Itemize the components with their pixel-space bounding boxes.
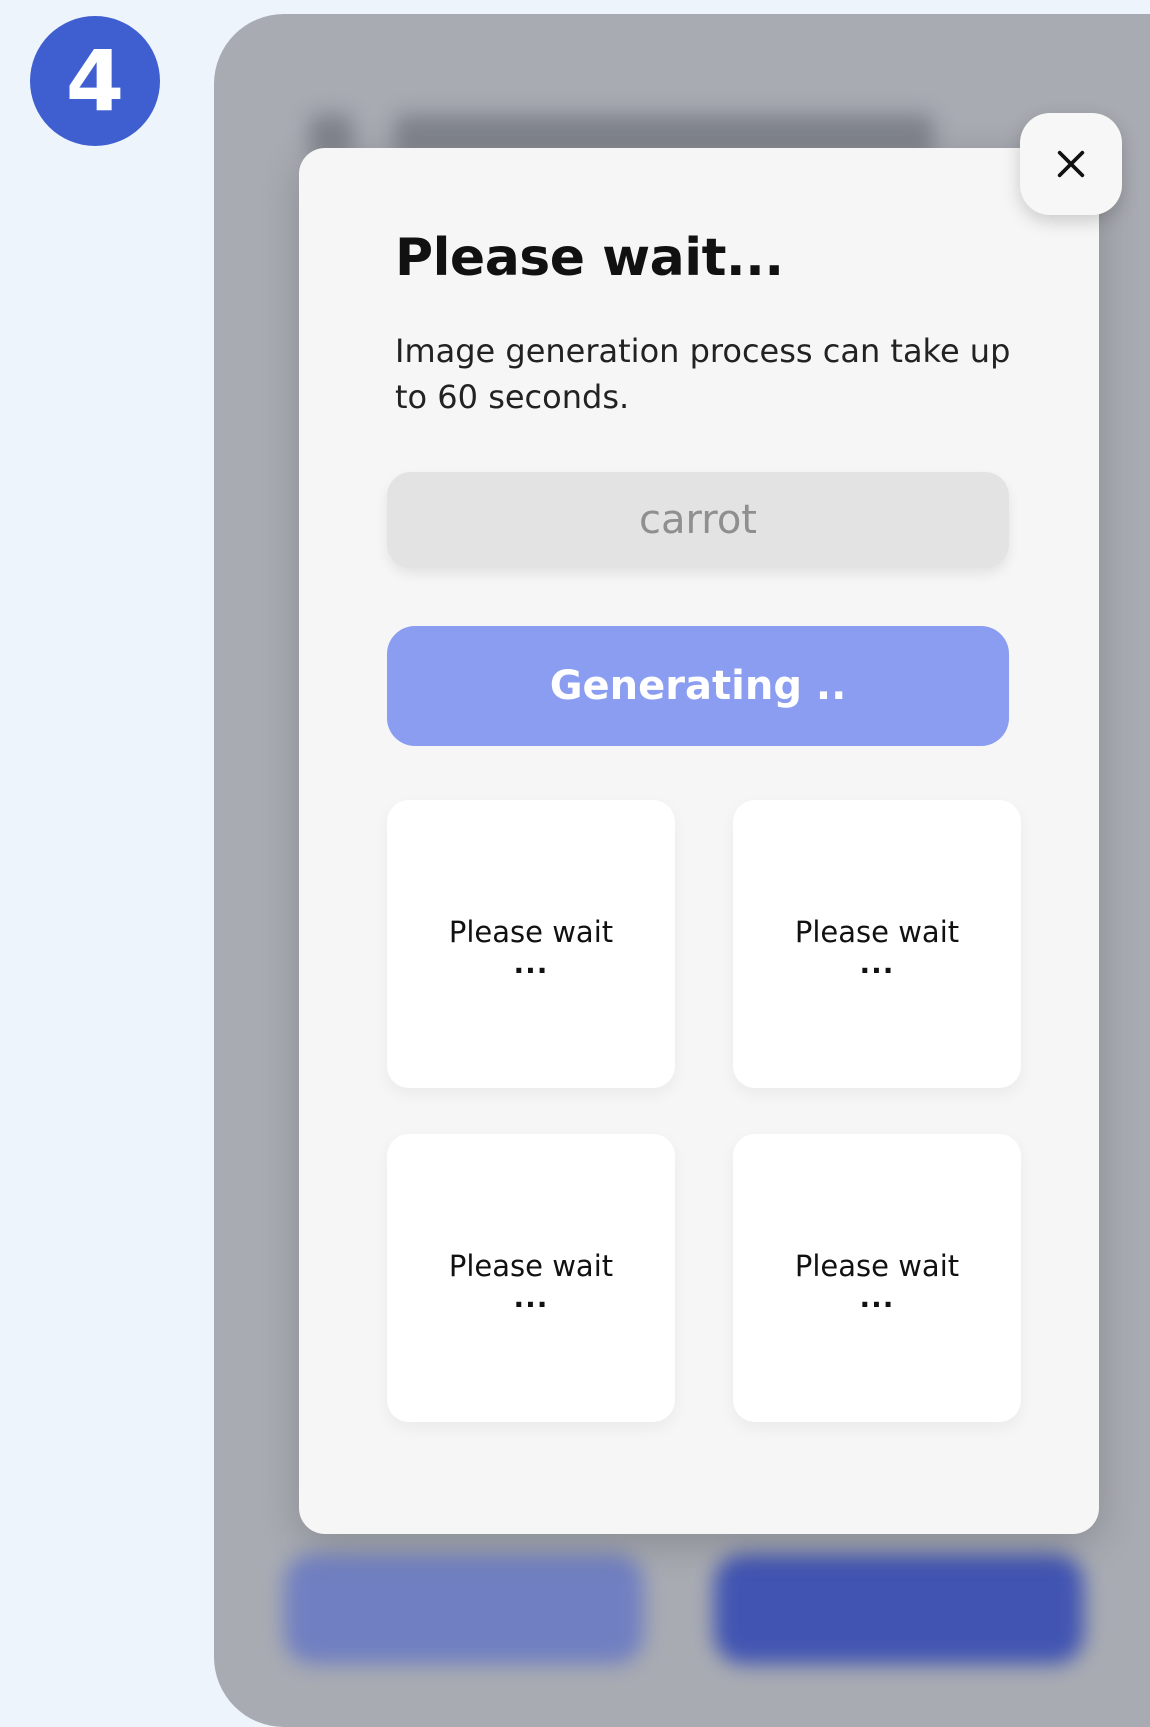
- image-placeholder-tile: Please wait ...: [387, 800, 675, 1088]
- prompt-input[interactable]: [387, 472, 1009, 568]
- image-placeholder-tile: Please wait ...: [733, 1134, 1021, 1422]
- image-placeholder-tile: Please wait ...: [733, 800, 1021, 1088]
- blurred-primary-button: [714, 1554, 1084, 1664]
- tile-label: Please wait: [794, 915, 960, 949]
- close-icon: [1057, 150, 1085, 178]
- loading-dots: ...: [513, 1281, 549, 1314]
- modal-subtitle: Image generation process can take up to …: [395, 332, 1011, 416]
- tile-label: Please wait: [794, 1249, 960, 1283]
- loading-dots: ...: [859, 947, 895, 980]
- loading-dots: ...: [859, 1281, 895, 1314]
- close-modal-button[interactable]: [1020, 113, 1122, 215]
- blurred-secondary-button: [284, 1554, 644, 1664]
- modal-title: Please wait...: [395, 228, 784, 288]
- image-results-grid: Please wait ... Please wait ... Please w…: [387, 800, 1023, 1440]
- image-placeholder-tile: Please wait ...: [387, 1134, 675, 1422]
- generate-button[interactable]: Generating ..: [387, 626, 1009, 746]
- generation-modal: Please wait... Image generation process …: [299, 148, 1099, 1534]
- step-number-badge: 4: [30, 16, 160, 146]
- tile-label: Please wait: [448, 915, 614, 949]
- loading-dots: ...: [513, 947, 549, 980]
- tile-label: Please wait: [448, 1249, 614, 1283]
